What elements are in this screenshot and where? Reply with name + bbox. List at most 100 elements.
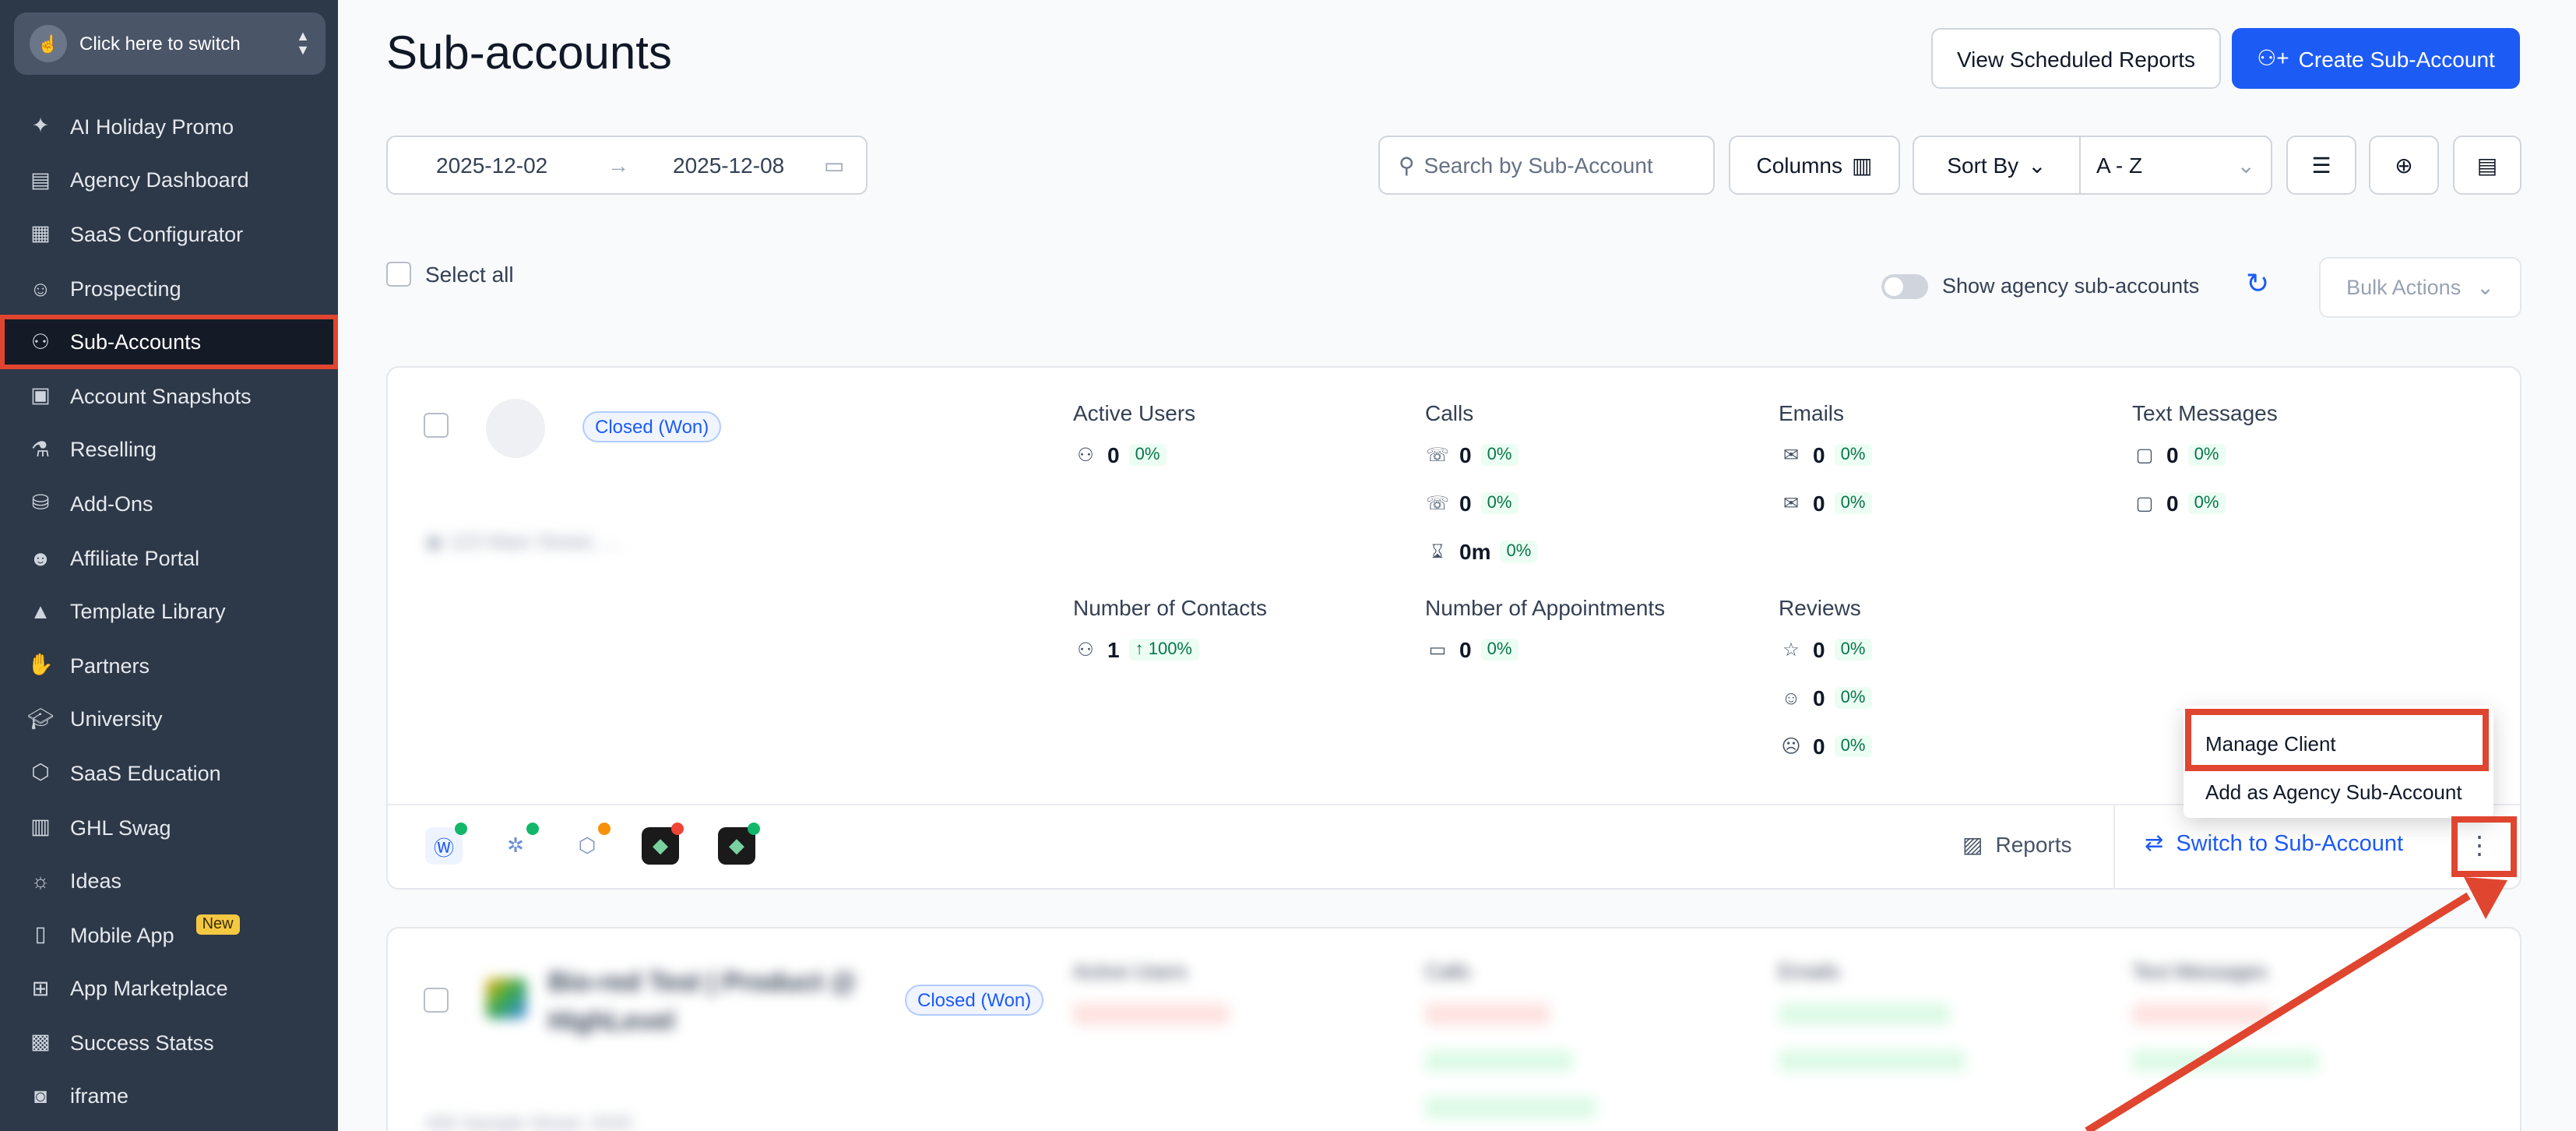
sidebar-item-label: Success Statss xyxy=(70,1031,214,1055)
filter-button[interactable]: ☰ xyxy=(2286,136,2356,195)
grid-icon: ⊞ xyxy=(31,976,50,1000)
users-icon: ☺ xyxy=(30,277,51,301)
metric-title-emails: Emails xyxy=(1779,400,1845,425)
metric-value: 0 xyxy=(2166,491,2179,516)
address-text: 123 Main Street, ... xyxy=(448,530,620,553)
sort-value: A - Z xyxy=(2096,153,2143,178)
blurred-metric xyxy=(1425,1050,1573,1072)
sidebar-item-university[interactable]: 🎓︎ University xyxy=(0,692,338,746)
phone-icon: ▯ xyxy=(34,922,47,946)
sidebar-item-saas-education[interactable]: ⬡ SaaS Education xyxy=(0,746,338,800)
blurred-metric xyxy=(1425,1097,1596,1119)
sidebar-item-partners[interactable]: ✋ Partners xyxy=(0,639,338,692)
wordpress-icon[interactable]: Ⓦ xyxy=(425,823,467,865)
reports-link[interactable]: ▨ Reports xyxy=(1962,832,2072,858)
sidebar-item-prospecting[interactable]: ☺ Prospecting xyxy=(0,262,338,315)
search-input[interactable]: ⚲ Search by Sub-Account xyxy=(1378,136,1715,195)
sidebar-item-template-library[interactable]: ▲ Template Library xyxy=(0,585,338,639)
metric-title-appointments: Number of Appointments xyxy=(1425,595,1666,620)
sidebar-item-label: Mobile App xyxy=(70,923,174,947)
sidebar-item-agency-dashboard[interactable]: ▤ Agency Dashboard xyxy=(0,153,338,207)
bulk-actions-button[interactable]: Bulk Actions ⌄ xyxy=(2319,257,2521,318)
people-icon: ☻ xyxy=(29,546,52,570)
switch-to-sub-account-link[interactable]: ⇄ Switch to Sub-Account xyxy=(2145,832,2403,857)
select-all-label: Select all xyxy=(425,262,514,287)
blurred-address: ◉ 123 Main Street, ... xyxy=(425,530,620,555)
metric-pct: 0% xyxy=(1834,444,1872,466)
users-icon: ⚇ xyxy=(1077,444,1094,466)
arrow-head xyxy=(2464,877,2507,919)
mail-icon: ✉ xyxy=(1782,492,1800,514)
sidebar-item-add-ons[interactable]: ⛁ Add-Ons xyxy=(0,477,338,530)
metric-pct: 0% xyxy=(1480,492,1519,514)
network-icon[interactable]: ✲ xyxy=(497,823,539,865)
sidebar-item-affiliate-portal[interactable]: ☻ Affiliate Portal xyxy=(0,531,338,585)
handshake-icon: ✋ xyxy=(27,653,54,677)
sort-select[interactable]: A - Z ⌄ xyxy=(2079,136,2272,195)
account-switcher[interactable]: ☝ Click here to switch ▲ ▼ xyxy=(14,12,326,75)
metric-value: 0 xyxy=(1813,734,1825,759)
cube-icon[interactable]: ⬡ xyxy=(568,823,611,865)
metric-contacts: ⚇ 1 ↑ 100% xyxy=(1073,637,1198,662)
chart-icon: ▦ xyxy=(30,221,51,245)
app-dark-icon-2[interactable]: ◆ xyxy=(718,823,760,865)
sidebar-item-mobile-app[interactable]: ▯ Mobile App New xyxy=(0,908,338,962)
reports-icon: ▨ xyxy=(1962,832,1983,857)
app-dark-icon[interactable]: ◆ xyxy=(642,823,684,865)
sidebar-item-ghl-swag[interactable]: ▥ GHL Swag xyxy=(0,800,338,854)
metric-title: Calls xyxy=(1425,960,1470,983)
avatar xyxy=(486,399,545,458)
blurred-address: 456 Sample Street, 2025 xyxy=(425,1112,632,1131)
date-start: 2025-12-02 xyxy=(436,153,548,178)
columns-label: Columns xyxy=(1756,153,1843,178)
sidebar-item-account-snapshots[interactable]: ▣ Account Snapshots xyxy=(0,369,338,423)
switch-icon: ⇄ xyxy=(2145,832,2164,857)
sidebar-item-reselling[interactable]: ⚗ Reselling xyxy=(0,423,338,477)
download-button[interactable]: ⊕ xyxy=(2369,136,2439,195)
sidebar-item-sub-accounts[interactable]: ⚇ Sub-Accounts xyxy=(0,315,338,369)
sidebar-item-label: Reselling xyxy=(70,438,157,462)
page-title: Sub-accounts xyxy=(386,28,672,79)
card-checkbox[interactable] xyxy=(424,413,449,438)
sidebar-item-success-statss[interactable]: ▩ Success Statss xyxy=(0,1016,338,1069)
metric-value: 0m xyxy=(1459,539,1491,564)
user-icon: ⚇ xyxy=(1077,639,1094,661)
metric-title-reviews: Reviews xyxy=(1779,595,1861,620)
calendar-icon: ▭ xyxy=(1428,639,1447,661)
sidebar-item-label: Affiliate Portal xyxy=(70,546,200,570)
view-scheduled-reports-button[interactable]: View Scheduled Reports xyxy=(1931,28,2221,89)
bag-icon: ⛁ xyxy=(31,491,50,515)
sidebar-item-label: Partners xyxy=(70,654,150,678)
create-sub-account-button[interactable]: ⚇+ Create Sub-Account xyxy=(2232,28,2520,89)
sidebar-item-label: Add-Ons xyxy=(70,492,153,516)
sort-by-label: Sort By xyxy=(1947,153,2019,178)
history-icon[interactable]: ↻ xyxy=(2246,268,2269,301)
metric-pct: 0% xyxy=(1500,541,1538,562)
select-all-checkbox[interactable] xyxy=(386,262,411,287)
show-agency-toggle[interactable] xyxy=(1881,274,1928,299)
metric-title-contacts: Number of Contacts xyxy=(1073,595,1267,620)
sidebar-item-label: SaaS Education xyxy=(70,761,221,785)
metric-emails-b: ✉ 0 0% xyxy=(1779,491,1872,516)
columns-button[interactable]: Columns ▥ xyxy=(1729,136,1900,195)
sidebar-item-ai-holiday-promo[interactable]: ✦ AI Holiday Promo xyxy=(0,100,338,153)
date-range-picker[interactable]: 2025-12-02 → 2025-12-08 ▭ xyxy=(386,136,867,195)
list-icon: ▤ xyxy=(2476,152,2498,177)
sidebar-item-label: iframe xyxy=(70,1084,129,1108)
frown-icon: ☹ xyxy=(1781,735,1801,757)
sidebar-item-iframe[interactable]: ◙ iframe xyxy=(0,1069,338,1123)
sidebar-item-ideas[interactable]: ☼ Ideas xyxy=(0,854,338,908)
sidebar-item-app-marketplace[interactable]: ⊞ App Marketplace xyxy=(0,962,338,1016)
sidebar-item-saas-configurator[interactable]: ▦ SaaS Configurator xyxy=(0,207,338,261)
sparkle-icon: ✦ xyxy=(31,114,50,138)
metric-pct-value: 100% xyxy=(1148,640,1192,659)
chevron-updown-icon: ▲ ▼ xyxy=(296,28,310,58)
sidebar-item-label: SaaS Configurator xyxy=(70,222,244,246)
add-agency-sub-account-menu-item[interactable]: Add as Agency Sub-Account xyxy=(2205,780,2462,804)
sort-by-button[interactable]: Sort By ⌄ xyxy=(1913,136,2081,195)
snapshot-icon: ▣ xyxy=(30,383,51,407)
location-icon: ◉ xyxy=(425,530,449,553)
list-view-button[interactable]: ▤ xyxy=(2453,136,2521,195)
switcher-label: Click here to switch xyxy=(79,33,241,55)
card-checkbox[interactable] xyxy=(424,988,449,1013)
